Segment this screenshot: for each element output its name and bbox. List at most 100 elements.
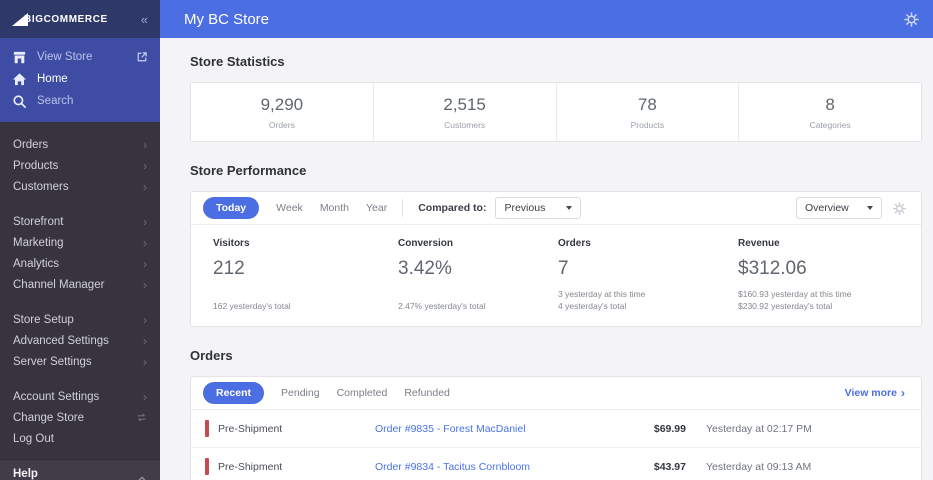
metric-visitors: Visitors 212 162 yesterday's total	[213, 238, 291, 311]
chevron-right-icon	[143, 181, 147, 193]
order-price: $69.99	[653, 422, 686, 435]
tab-today[interactable]: Today	[203, 197, 260, 219]
status-bar	[205, 458, 209, 475]
chevron-down-icon	[566, 206, 573, 210]
sidebar-help[interactable]: Help Support Pin: 888888	[0, 459, 160, 480]
performance-metrics: Visitors 212 162 yesterday's total Conve…	[191, 225, 921, 326]
orders-toolbar: Recent Pending Completed Refunded View m…	[191, 377, 921, 410]
chevron-down-icon	[867, 206, 873, 210]
orders-title: Orders	[190, 348, 233, 363]
sidebar-item-orders[interactable]: Orders	[0, 134, 160, 155]
metric-conversion: Conversion 3.42% 2.47% yesterday's total	[398, 238, 486, 311]
store-title: My BC Store	[184, 10, 270, 28]
sidebar-item-advanced-settings[interactable]: Advanced Settings	[0, 330, 160, 351]
top-header: My BC Store	[160, 0, 933, 38]
tab-month[interactable]: Month	[320, 202, 349, 214]
compare-select[interactable]: Previous	[495, 197, 582, 219]
sidebar-item-analytics[interactable]: Analytics	[0, 253, 160, 274]
stat-categories: 8 Categories	[739, 83, 921, 141]
order-price: $43.97	[653, 460, 686, 473]
home-icon	[12, 72, 27, 87]
tab-completed[interactable]: Completed	[337, 387, 388, 399]
sidebar-top-nav: View Store Home Search	[0, 38, 160, 122]
sidebar-group-account: Account Settings Change Store Log Out	[0, 382, 160, 459]
main-area: My BC Store Store Statistics 9,290 Order…	[160, 0, 933, 480]
order-date: Yesterday at 02:17 PM	[706, 422, 812, 435]
order-link[interactable]: Order #9835 - Forest MacDaniel	[375, 423, 616, 435]
order-row[interactable]: Pre-Shipment Order #9834 - Tacitus Cornb…	[191, 448, 921, 480]
order-status: Pre-Shipment	[218, 460, 283, 473]
compared-to-label: Compared to:	[418, 202, 487, 214]
chevron-right-icon	[143, 237, 147, 249]
performance-toolbar: Today Week Month Year Compared to: Previ…	[191, 192, 921, 225]
stat-label: Categories	[809, 119, 851, 130]
order-link[interactable]: Order #9834 - Tacitus Cornbloom	[375, 461, 616, 473]
performance-settings-icon[interactable]	[892, 201, 907, 216]
search-icon	[12, 94, 27, 109]
sidebar-collapse-icon[interactable]: «	[141, 12, 148, 27]
sidebar-group-storefront: Storefront Marketing Analytics Channel M…	[0, 207, 160, 305]
sidebar-item-view-store[interactable]: View Store	[0, 46, 160, 68]
settings-gear-icon[interactable]	[903, 11, 920, 28]
tab-week[interactable]: Week	[276, 202, 303, 214]
order-row[interactable]: Pre-Shipment Order #9835 - Forest MacDan…	[191, 410, 921, 448]
sidebar-item-account-settings[interactable]: Account Settings	[0, 386, 160, 407]
overview-select[interactable]: Overview	[796, 197, 882, 219]
metric-orders: Orders 7 3 yesterday at this time 4 yest…	[558, 238, 646, 311]
chevron-up-icon	[137, 474, 147, 480]
metric-revenue: Revenue $312.06 $160.93 yesterday at thi…	[738, 238, 852, 311]
chevron-right-icon	[143, 314, 147, 326]
tab-year[interactable]: Year	[366, 202, 387, 214]
chevron-right-icon	[143, 391, 147, 403]
sidebar-group-settings: Store Setup Advanced Settings Server Set…	[0, 305, 160, 382]
sidebar-item-search[interactable]: Search	[0, 90, 160, 112]
help-label: Help	[13, 468, 38, 480]
chevron-right-icon	[143, 279, 147, 291]
store-icon	[12, 50, 27, 65]
chevron-right-icon	[143, 139, 147, 151]
store-statistics-title: Store Statistics	[190, 54, 285, 69]
chevron-right-icon	[143, 160, 147, 172]
sidebar-item-channel-manager[interactable]: Channel Manager	[0, 274, 160, 295]
stat-label: Customers	[444, 119, 486, 130]
sidebar-item-change-store[interactable]: Change Store	[0, 407, 160, 428]
store-statistics-card: 9,290 Orders 2,515 Customers 78 Products…	[190, 82, 922, 142]
stat-value: 9,290	[260, 94, 304, 114]
sidebar-item-marketing[interactable]: Marketing	[0, 232, 160, 253]
sidebar: BIGCOMMERCE « View Store Home Search Ord…	[0, 0, 160, 480]
tab-refunded[interactable]: Refunded	[404, 387, 450, 399]
bigcommerce-logo: BIGCOMMERCE	[12, 12, 108, 26]
divider	[402, 199, 404, 217]
sidebar-item-products[interactable]: Products	[0, 155, 160, 176]
sidebar-item-storefront[interactable]: Storefront	[0, 211, 160, 232]
store-performance-card: Today Week Month Year Compared to: Previ…	[190, 191, 922, 327]
stat-label: Products	[630, 119, 665, 130]
stat-value: 78	[637, 94, 657, 114]
sidebar-item-server-settings[interactable]: Server Settings	[0, 351, 160, 372]
chevron-right-icon	[143, 356, 147, 368]
sidebar-logo-row: BIGCOMMERCE «	[0, 0, 160, 38]
sidebar-item-log-out[interactable]: Log Out	[0, 428, 160, 449]
dashboard-content: Store Statistics 9,290 Orders 2,515 Cust…	[160, 38, 933, 480]
tab-pending[interactable]: Pending	[281, 387, 320, 399]
stat-value: 2,515	[443, 94, 486, 114]
sidebar-item-customers[interactable]: Customers	[0, 176, 160, 197]
store-performance-title: Store Performance	[190, 163, 307, 178]
tab-recent[interactable]: Recent	[203, 382, 265, 404]
order-date: Yesterday at 09:13 AM	[706, 460, 812, 473]
sidebar-main-nav: Orders Products Customers Storefront Mar…	[0, 122, 160, 459]
stat-orders: 9,290 Orders	[191, 83, 374, 141]
stat-value: 8	[825, 94, 835, 114]
orders-card: Recent Pending Completed Refunded View m…	[190, 376, 922, 480]
bigcommerce-logo-text: BIGCOMMERCE	[24, 13, 108, 25]
external-link-icon	[136, 51, 148, 63]
view-more-link[interactable]: View more	[845, 386, 905, 400]
stat-label: Orders	[268, 119, 295, 130]
status-bar	[205, 420, 209, 437]
stat-products: 78 Products	[557, 83, 740, 141]
sidebar-group-commerce: Orders Products Customers	[0, 130, 160, 207]
sidebar-item-home[interactable]: Home	[0, 68, 160, 90]
sidebar-item-store-setup[interactable]: Store Setup	[0, 309, 160, 330]
chevron-right-icon	[901, 386, 905, 400]
chevron-right-icon	[143, 216, 147, 228]
